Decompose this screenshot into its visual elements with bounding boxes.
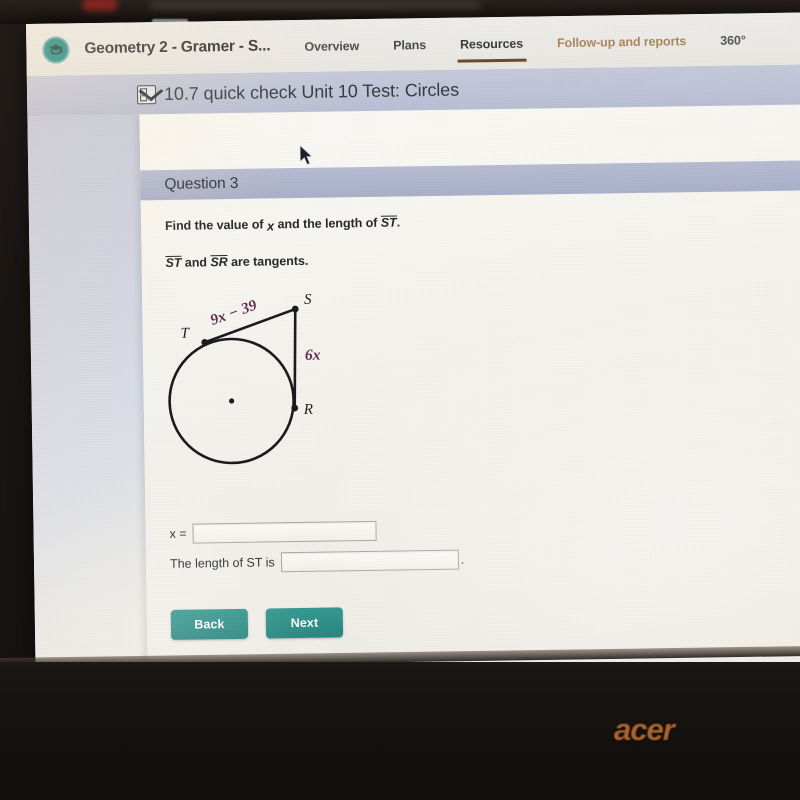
app-logo[interactable] <box>26 35 84 64</box>
answer-label-x: x = <box>169 526 187 541</box>
laptop-photo: Geometry 2 - Gramer - S... Overview Plan… <box>0 0 800 800</box>
question-card: Question 3 Find the value of x and the l… <box>139 104 800 673</box>
quiz-checklist-icon <box>136 80 164 104</box>
given-segment-sr: SR <box>210 255 228 270</box>
laptop-base <box>0 662 800 800</box>
prompt-middle: and the length of <box>277 215 378 232</box>
question-header: Question 3 <box>140 160 800 201</box>
nav-item-360[interactable]: 360° <box>720 17 746 62</box>
label-segment-sr: 6x <box>305 347 321 364</box>
question-prompt: Find the value of x and the length of ST… <box>164 214 401 234</box>
label-point-t: T <box>180 326 190 342</box>
laptop-screen: Geometry 2 - Gramer - S... Overview Plan… <box>26 12 800 674</box>
label-point-s: S <box>304 292 312 308</box>
question-header-label: Question 3 <box>164 174 239 193</box>
nav-item-follow-up-and-reports[interactable]: Follow-up and reports <box>557 18 687 65</box>
nav-item-resources[interactable]: Resources <box>460 20 524 66</box>
question-navigation-buttons: Back Next <box>170 607 344 640</box>
acer-brand-logo: acer <box>614 712 675 747</box>
prompt-suffix: . <box>396 215 401 230</box>
circle-center-dot <box>229 398 235 404</box>
graduation-cap-icon[interactable] <box>41 35 70 64</box>
mouse-cursor <box>299 143 315 172</box>
given-and: and <box>184 255 208 270</box>
answer-row-x: x = <box>169 520 377 544</box>
blurred-browser-tab-favicon <box>83 0 117 11</box>
given-segment-st: ST <box>165 255 182 270</box>
prompt-variable: x <box>266 218 275 234</box>
given-suffix: are tangents. <box>230 253 309 269</box>
answer-input-st[interactable] <box>280 549 459 573</box>
answer-label-st: The length of ST is <box>169 555 275 571</box>
geometry-figure: S T R 9x − 39 6x <box>152 283 345 486</box>
next-button[interactable]: Next <box>265 607 344 639</box>
course-title: Geometry 2 - Gramer - S... <box>84 37 271 58</box>
label-point-r: R <box>303 402 313 418</box>
answer-period: . <box>460 552 465 567</box>
nav-links: Overview Plans Resources Follow-up and r… <box>304 16 800 69</box>
prompt-segment-st: ST <box>380 215 397 230</box>
point-s-dot <box>291 305 299 313</box>
prompt-prefix: Find the value of <box>164 217 264 233</box>
assignment-title: 10.7 quick check Unit 10 Test: Circles <box>163 79 460 104</box>
answer-input-x[interactable] <box>192 520 377 544</box>
nav-item-overview[interactable]: Overview <box>304 23 359 69</box>
answer-row-st: The length of ST is . <box>169 549 465 574</box>
checkmark-icon <box>138 80 164 101</box>
nav-item-plans[interactable]: Plans <box>393 22 427 67</box>
question-given-statement: ST and SR are tangents. <box>165 254 308 270</box>
back-button[interactable]: Back <box>170 608 249 640</box>
blurred-browser-tab-strip <box>150 1 480 10</box>
